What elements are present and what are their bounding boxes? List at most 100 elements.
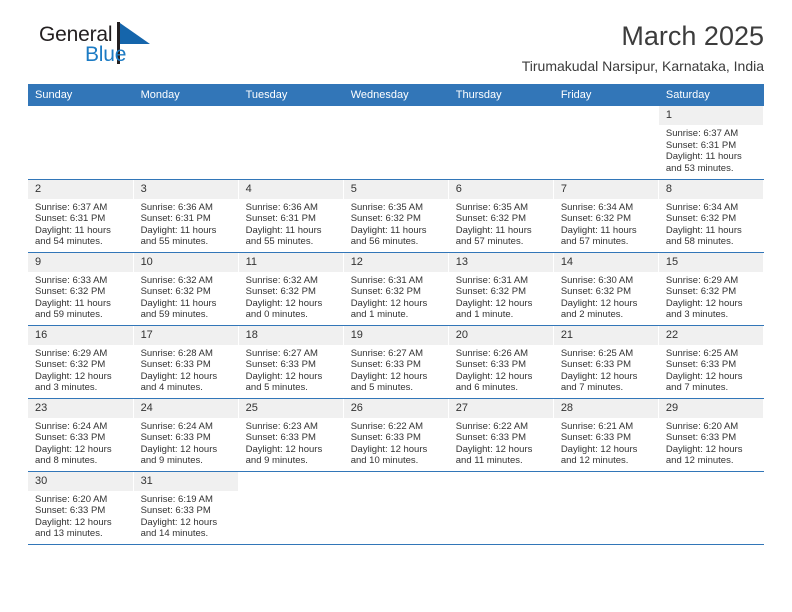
calendar-day-cell[interactable]: 21 Sunrise: 6:25 AM Sunset: 6:33 PM Dayligh… bbox=[553, 325, 659, 399]
daylight-duration-line2: and 6 minutes. bbox=[455, 382, 519, 394]
page-subtitle: Tirumakudal Narsipur, Karnataka, India bbox=[521, 58, 764, 75]
daylight-duration-line1: Daylight: 12 hours bbox=[665, 443, 743, 455]
sunrise-time: Sunrise: 6:28 AM bbox=[140, 347, 213, 359]
sunset-time: Sunset: 6:32 PM bbox=[560, 213, 632, 225]
daylight-duration-line1: Daylight: 12 hours bbox=[455, 297, 533, 309]
calendar-day-cell[interactable]: 20 Sunrise: 6:26 AM Sunset: 6:33 PM Dayligh… bbox=[448, 325, 554, 399]
daylight-duration-line1: Daylight: 12 hours bbox=[140, 516, 218, 528]
sunset-time: Sunset: 6:33 PM bbox=[245, 359, 316, 371]
calendar-day-cell[interactable]: 6 Sunrise: 6:35 AM Sunset: 6:32 PM Daylight… bbox=[448, 179, 554, 253]
calendar-day-cell-empty bbox=[343, 106, 449, 180]
daylight-duration-line2: and 59 minutes. bbox=[140, 309, 209, 321]
day-number: 19 bbox=[343, 325, 448, 345]
day-cell-content: 12 Sunrise: 6:31 AM Sunset: 6:32 PM Dayligh… bbox=[343, 252, 448, 325]
calendar-day-cell[interactable]: 3 Sunrise: 6:36 AM Sunset: 6:31 PM Daylight… bbox=[133, 179, 239, 253]
day-number: 11 bbox=[238, 252, 343, 272]
daylight-duration-line1: Daylight: 12 hours bbox=[35, 516, 112, 528]
sunset-time: Sunset: 6:33 PM bbox=[245, 432, 316, 444]
daylight-duration-line1: Daylight: 11 hours bbox=[665, 151, 742, 163]
daylight-duration-line2: and 11 minutes. bbox=[455, 455, 523, 467]
day-number: 28 bbox=[553, 398, 658, 418]
day-sun-info: Sunrise: 6:36 AM Sunset: 6:31 PM Daylight:… bbox=[134, 199, 238, 248]
day-number: 23 bbox=[28, 398, 133, 418]
day-sun-info: Sunrise: 6:19 AM Sunset: 6:33 PM Daylight:… bbox=[134, 491, 238, 540]
sunrise-time: Sunrise: 6:29 AM bbox=[665, 274, 739, 286]
sunrise-time: Sunrise: 6:35 AM bbox=[455, 201, 529, 213]
calendar-day-cell-empty bbox=[133, 106, 239, 180]
sunrise-time: Sunrise: 6:32 AM bbox=[245, 274, 318, 286]
day-sun-info: Sunrise: 6:22 AM Sunset: 6:33 PM Daylight:… bbox=[344, 418, 448, 467]
day-number: 2 bbox=[28, 179, 133, 199]
calendar-day-cell[interactable]: 15 Sunrise: 6:29 AM Sunset: 6:32 PM Dayligh… bbox=[658, 252, 765, 326]
calendar-day-cell[interactable]: 16 Sunrise: 6:29 AM Sunset: 6:32 PM Dayligh… bbox=[28, 325, 134, 399]
day-number: 10 bbox=[133, 252, 238, 272]
daylight-duration-line1: Daylight: 12 hours bbox=[560, 370, 638, 382]
calendar-day-cell[interactable]: 30 Sunrise: 6:20 AM Sunset: 6:33 PM Dayligh… bbox=[28, 471, 134, 545]
day-sun-info: Sunrise: 6:37 AM Sunset: 6:31 PM Daylight:… bbox=[28, 199, 133, 248]
day-sun-info: Sunrise: 6:34 AM Sunset: 6:32 PM Daylight:… bbox=[554, 199, 658, 248]
sunrise-time: Sunrise: 6:22 AM bbox=[455, 420, 529, 432]
general-blue-logo[interactable]: General Blue bbox=[28, 22, 178, 72]
calendar-day-cell[interactable]: 13 Sunrise: 6:31 AM Sunset: 6:32 PM Dayligh… bbox=[448, 252, 554, 326]
daylight-duration-line2: and 14 minutes. bbox=[140, 528, 209, 540]
calendar-day-cell[interactable]: 14 Sunrise: 6:30 AM Sunset: 6:32 PM Dayligh… bbox=[553, 252, 659, 326]
calendar-day-cell-empty bbox=[448, 106, 554, 180]
sunset-time: Sunset: 6:33 PM bbox=[35, 505, 106, 517]
day-sun-info: Sunrise: 6:35 AM Sunset: 6:32 PM Daylight:… bbox=[449, 199, 553, 248]
calendar-day-cell[interactable]: 4 Sunrise: 6:36 AM Sunset: 6:31 PM Daylight… bbox=[238, 179, 344, 253]
sunrise-time: Sunrise: 6:34 AM bbox=[560, 201, 634, 213]
day-number: 31 bbox=[133, 471, 238, 491]
day-number: 29 bbox=[658, 398, 763, 418]
calendar-day-cell[interactable]: 9 Sunrise: 6:33 AM Sunset: 6:32 PM Daylight… bbox=[28, 252, 134, 326]
day-sun-info: Sunrise: 6:36 AM Sunset: 6:31 PM Daylight:… bbox=[239, 199, 343, 248]
day-number: 13 bbox=[448, 252, 553, 272]
calendar-day-cell[interactable]: 29 Sunrise: 6:20 AM Sunset: 6:33 PM Dayligh… bbox=[658, 398, 765, 472]
calendar-day-cell[interactable]: 25 Sunrise: 6:23 AM Sunset: 6:33 PM Dayligh… bbox=[238, 398, 344, 472]
daylight-duration-line2: and 3 minutes. bbox=[665, 309, 729, 321]
calendar-body: 1 Sunrise: 6:37 AM Sunset: 6:31 PM Daylight… bbox=[28, 106, 765, 545]
day-sun-info: Sunrise: 6:26 AM Sunset: 6:33 PM Daylight:… bbox=[449, 345, 553, 394]
day-number: 3 bbox=[133, 179, 238, 199]
calendar-day-cell[interactable]: 11 Sunrise: 6:32 AM Sunset: 6:32 PM Dayligh… bbox=[238, 252, 344, 326]
calendar-day-cell[interactable]: 17 Sunrise: 6:28 AM Sunset: 6:33 PM Dayligh… bbox=[133, 325, 239, 399]
calendar-day-cell[interactable]: 24 Sunrise: 6:24 AM Sunset: 6:33 PM Dayligh… bbox=[133, 398, 239, 472]
calendar-day-cell[interactable]: 28 Sunrise: 6:21 AM Sunset: 6:33 PM Dayligh… bbox=[553, 398, 659, 472]
calendar-week-row: 16 Sunrise: 6:29 AM Sunset: 6:32 PM Dayligh… bbox=[28, 325, 765, 399]
calendar-day-cell[interactable]: 27 Sunrise: 6:22 AM Sunset: 6:33 PM Dayligh… bbox=[448, 398, 554, 472]
calendar-day-cell[interactable]: 5 Sunrise: 6:35 AM Sunset: 6:32 PM Daylight… bbox=[343, 179, 449, 253]
day-cell-content: 18 Sunrise: 6:27 AM Sunset: 6:33 PM Dayligh… bbox=[238, 325, 343, 398]
calendar-day-cell[interactable]: 31 Sunrise: 6:19 AM Sunset: 6:33 PM Dayligh… bbox=[133, 471, 239, 545]
sunset-time: Sunset: 6:33 PM bbox=[560, 432, 632, 444]
calendar-day-cell[interactable]: 10 Sunrise: 6:32 AM Sunset: 6:32 PM Dayligh… bbox=[133, 252, 239, 326]
calendar-day-cell[interactable]: 22 Sunrise: 6:25 AM Sunset: 6:33 PM Dayligh… bbox=[658, 325, 765, 399]
calendar-day-cell[interactable]: 8 Sunrise: 6:34 AM Sunset: 6:32 PM Daylight… bbox=[658, 179, 765, 253]
daylight-duration-line1: Daylight: 12 hours bbox=[35, 370, 112, 382]
calendar-day-cell[interactable]: 26 Sunrise: 6:22 AM Sunset: 6:33 PM Dayligh… bbox=[343, 398, 449, 472]
daylight-duration-line1: Daylight: 12 hours bbox=[560, 443, 638, 455]
calendar-day-cell-empty bbox=[553, 471, 659, 545]
calendar-day-cell[interactable]: 18 Sunrise: 6:27 AM Sunset: 6:33 PM Dayligh… bbox=[238, 325, 344, 399]
day-number: 16 bbox=[28, 325, 133, 345]
calendar-week-row: 23 Sunrise: 6:24 AM Sunset: 6:33 PM Dayligh… bbox=[28, 398, 765, 472]
calendar-day-cell[interactable]: 23 Sunrise: 6:24 AM Sunset: 6:33 PM Dayligh… bbox=[28, 398, 134, 472]
day-number: 18 bbox=[238, 325, 343, 345]
calendar-day-cell[interactable]: 7 Sunrise: 6:34 AM Sunset: 6:32 PM Daylight… bbox=[553, 179, 659, 253]
day-cell-content: 24 Sunrise: 6:24 AM Sunset: 6:33 PM Dayligh… bbox=[133, 398, 238, 471]
day-number: 22 bbox=[658, 325, 763, 345]
daylight-duration-line1: Daylight: 12 hours bbox=[35, 443, 112, 455]
sunrise-time: Sunrise: 6:36 AM bbox=[140, 201, 213, 213]
weekday-header-thursday: Thursday bbox=[448, 84, 554, 106]
calendar-day-cell[interactable]: 2 Sunrise: 6:37 AM Sunset: 6:31 PM Daylight… bbox=[28, 179, 134, 253]
weekday-header-saturday: Saturday bbox=[658, 84, 765, 106]
calendar-day-cell[interactable]: 1 Sunrise: 6:37 AM Sunset: 6:31 PM Daylight… bbox=[658, 106, 765, 180]
calendar-header-row: Sunday Monday Tuesday Wednesday Thursday Frid… bbox=[28, 84, 765, 106]
sunrise-time: Sunrise: 6:31 AM bbox=[350, 274, 424, 286]
calendar-day-cell[interactable]: 19 Sunrise: 6:27 AM Sunset: 6:33 PM Dayligh… bbox=[343, 325, 449, 399]
day-cell-content: 11 Sunrise: 6:32 AM Sunset: 6:32 PM Dayligh… bbox=[238, 252, 343, 325]
daylight-duration-line2: and 5 minutes. bbox=[245, 382, 308, 394]
calendar-week-row: 2 Sunrise: 6:37 AM Sunset: 6:31 PM Daylight… bbox=[28, 179, 765, 253]
calendar-day-cell[interactable]: 12 Sunrise: 6:31 AM Sunset: 6:32 PM Dayligh… bbox=[343, 252, 449, 326]
weekday-header-sunday: Sunday bbox=[28, 84, 134, 106]
day-cell-content: 20 Sunrise: 6:26 AM Sunset: 6:33 PM Dayligh… bbox=[448, 325, 553, 398]
logo-flag-icon bbox=[120, 23, 150, 44]
